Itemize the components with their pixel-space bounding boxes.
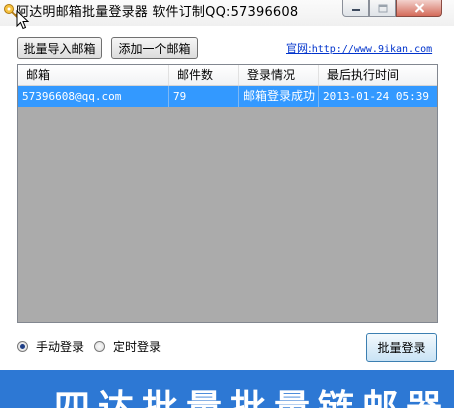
cell-last-run-time: 2013-01-24 05:39	[323, 90, 429, 103]
maximize-button[interactable]	[369, 0, 396, 17]
column-header-login-status[interactable]: 登录情况	[239, 65, 319, 85]
list-header: 邮箱 邮件数 登录情况 最后执行时间	[18, 65, 437, 86]
cell-mail-count: 79	[169, 86, 239, 107]
close-icon	[414, 3, 424, 13]
mouse-cursor-icon	[16, 10, 30, 30]
email-list[interactable]: 邮箱 邮件数 登录情况 最后执行时间 57396608@qq.com 79 邮箱…	[17, 64, 438, 323]
column-header-email[interactable]: 邮箱	[18, 65, 169, 85]
minimize-button[interactable]	[342, 0, 369, 17]
radio-unselected-icon	[94, 341, 105, 352]
window-title: 阿达明邮箱批量登录器 软件订制QQ:57396608	[16, 5, 299, 20]
manual-login-label: 手动登录	[36, 340, 85, 354]
batch-login-button[interactable]: 批量登录	[366, 333, 437, 362]
import-emails-button[interactable]: 批量导入邮箱	[17, 37, 102, 59]
radio-selected-icon	[17, 341, 28, 352]
scheduled-login-label: 定时登录	[113, 340, 162, 354]
scheduled-login-radio[interactable]: 定时登录	[94, 338, 161, 355]
minimize-icon	[351, 9, 360, 11]
cell-email: 57396608@qq.com	[18, 86, 169, 107]
cell-login-status: 邮箱登录成功	[239, 86, 319, 107]
close-button[interactable]	[396, 0, 442, 17]
column-header-last-run-time[interactable]: 最后执行时间	[319, 65, 437, 85]
website-link-url: http://www.9ikan.com	[311, 44, 433, 55]
manual-login-radio[interactable]: 手动登录	[17, 338, 84, 355]
title-bar: 阿达明邮箱批量登录器 软件订制QQ:57396608	[0, 0, 454, 30]
website-link[interactable]: 官网:http://www.9ikan.com	[286, 40, 432, 56]
promo-banner: 四达批量批量链邮器	[0, 370, 454, 408]
website-link-label: 官网:	[286, 42, 312, 55]
maximize-icon	[378, 4, 387, 12]
column-header-mail-count[interactable]: 邮件数	[169, 65, 239, 85]
banner-text: 四达批量批量链邮器	[54, 391, 450, 408]
window-controls	[342, 0, 442, 18]
add-email-button[interactable]: 添加一个邮箱	[111, 37, 198, 59]
table-row[interactable]: 57396608@qq.com 79 邮箱登录成功 2013-01-24 05:…	[18, 86, 437, 107]
